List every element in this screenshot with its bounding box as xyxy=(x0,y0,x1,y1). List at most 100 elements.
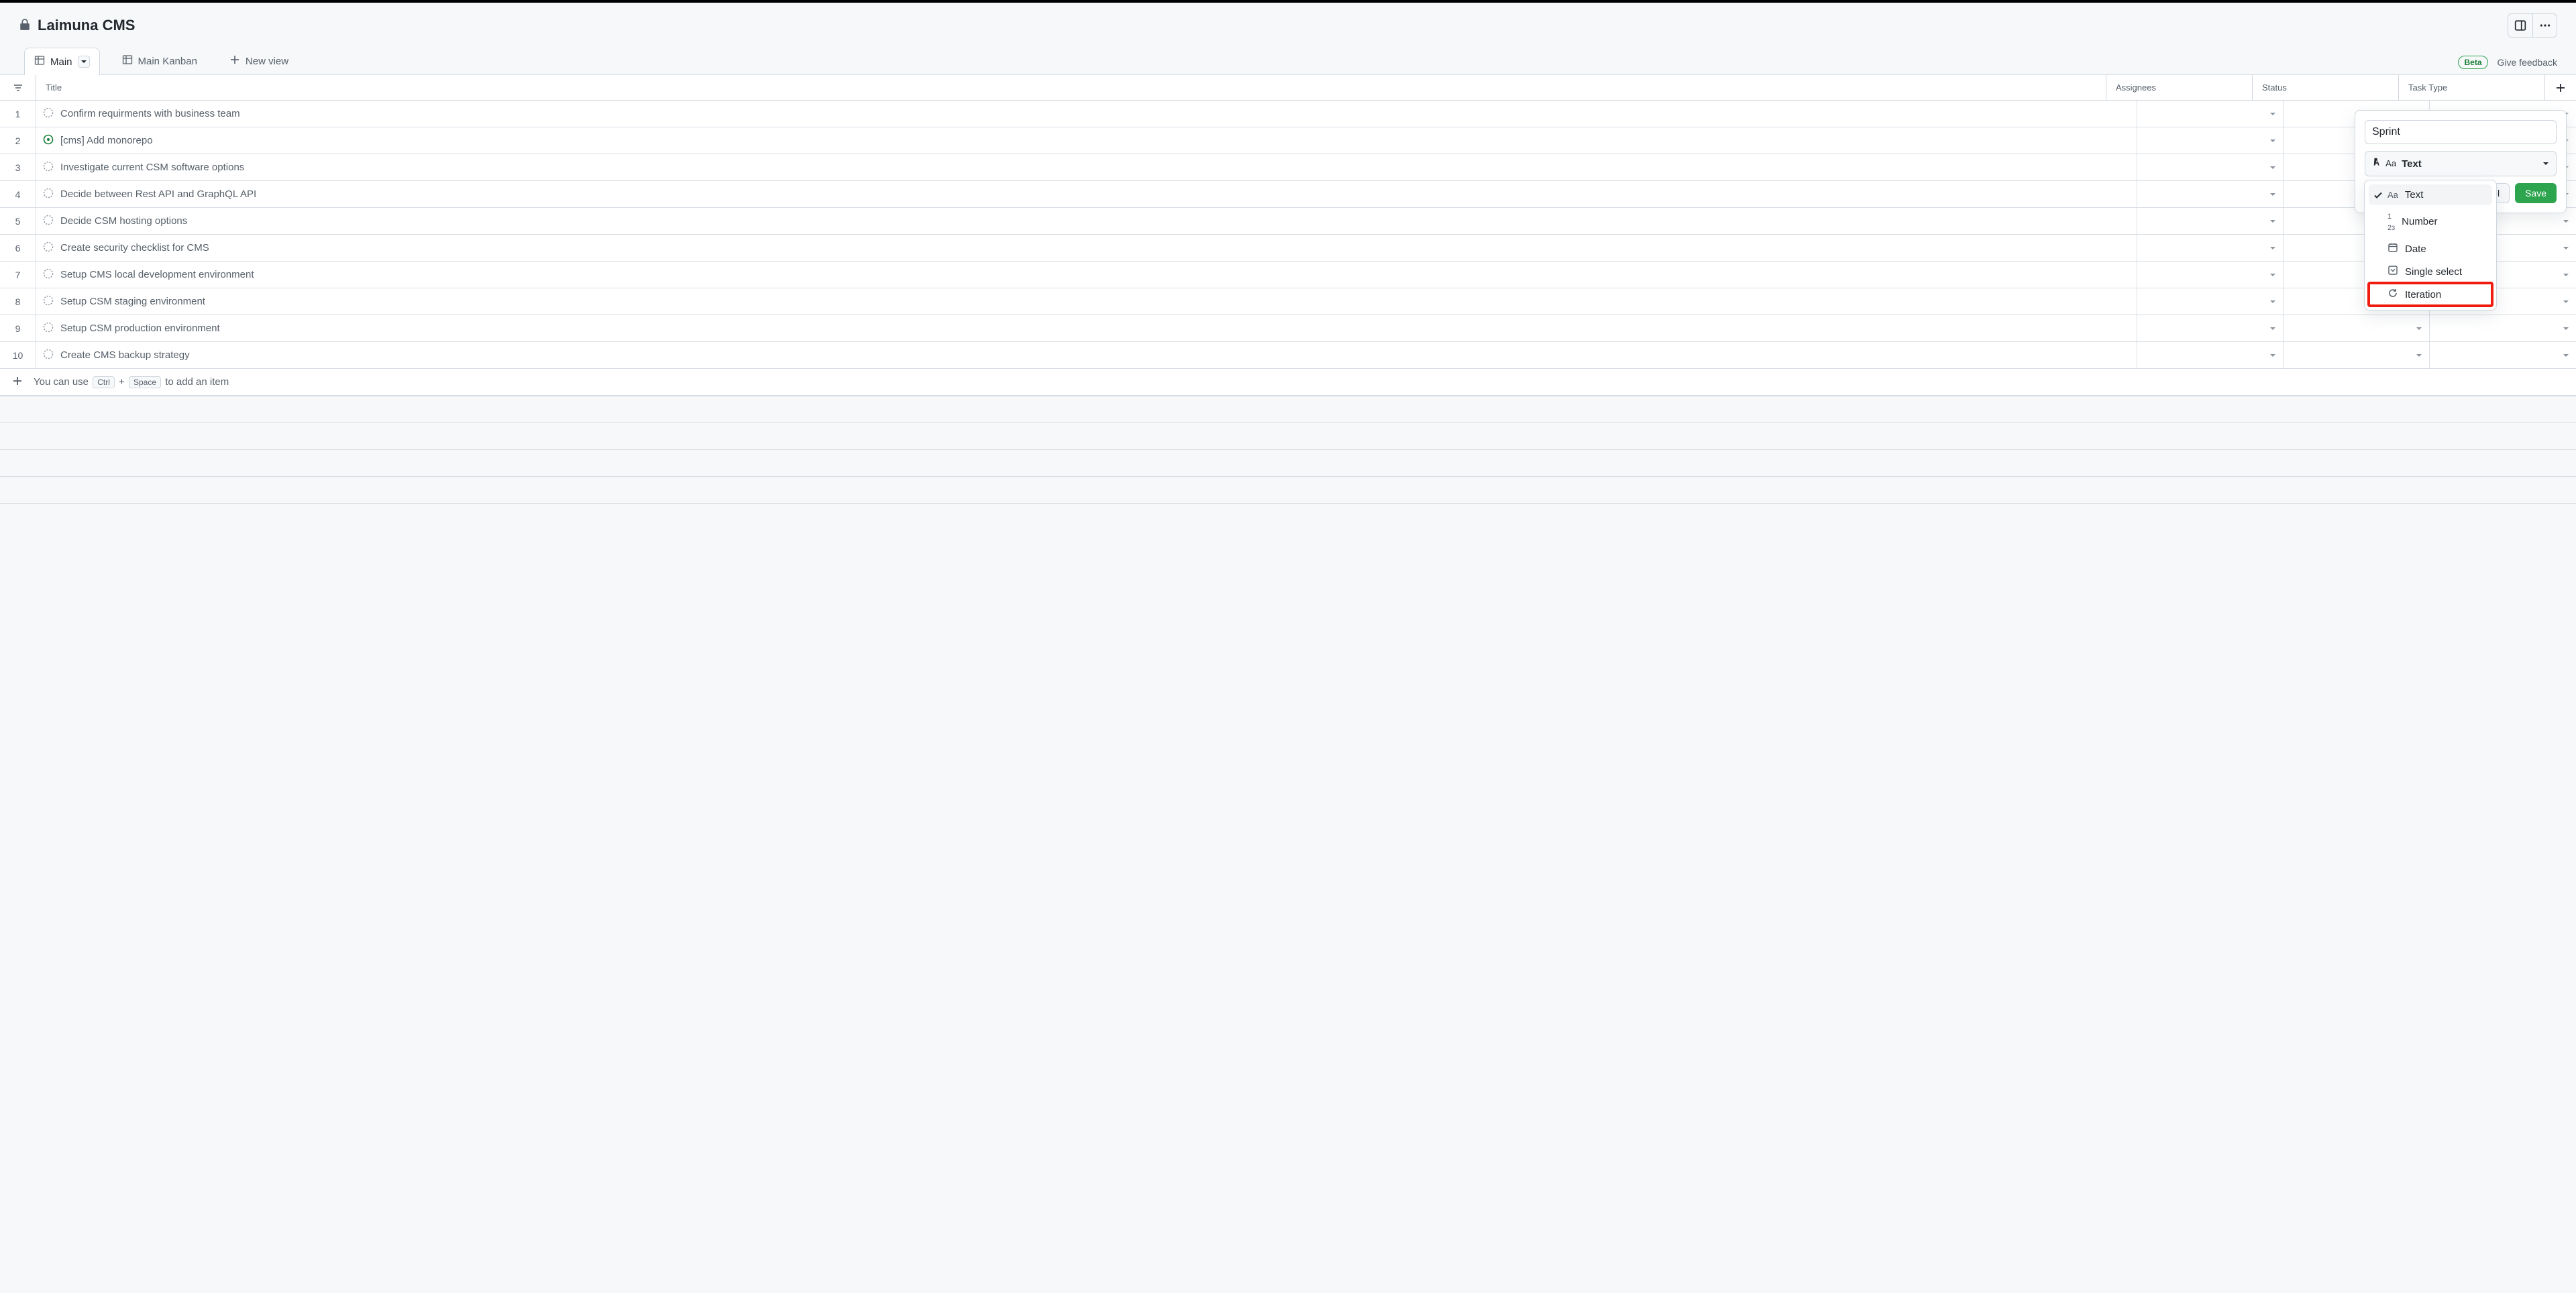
type-option-iteration[interactable]: Iteration xyxy=(2369,283,2492,306)
assignees-cell[interactable] xyxy=(2137,181,2284,207)
new-view-button[interactable]: New view xyxy=(219,47,299,74)
row-number: 4 xyxy=(0,181,36,207)
table-row[interactable]: 3Investigate current CSM software option… xyxy=(0,154,2576,181)
issue-draft-icon xyxy=(43,268,54,282)
type-option-number[interactable]: 123 Number xyxy=(2369,205,2492,237)
table-row[interactable]: 4 Decide between Rest API and GraphQL API xyxy=(0,181,2576,208)
status-cell[interactable] xyxy=(2284,342,2430,368)
view-tab-label: Main xyxy=(50,56,72,68)
column-header-assignees[interactable]: Assignees xyxy=(2106,75,2253,100)
view-tab-main-kanban[interactable]: Main Kanban xyxy=(112,47,207,74)
caret-down-icon xyxy=(2542,158,2549,170)
beta-badge: Beta xyxy=(2458,56,2487,69)
view-tab-dropdown[interactable] xyxy=(78,56,90,68)
plus-icon xyxy=(12,376,23,389)
row-number: 10 xyxy=(0,342,36,368)
field-type-menu: Aa Text 123 Number Date Single select Iteratio… xyxy=(2364,180,2497,311)
table-row[interactable]: 9Setup CSM production environment xyxy=(0,315,2576,342)
view-tab-label: Main Kanban xyxy=(138,56,197,67)
row-number: 7 xyxy=(0,262,36,288)
assignees-cell[interactable] xyxy=(2137,208,2284,234)
type-option-icon: 123 xyxy=(2387,210,2395,233)
type-option-label: Single select xyxy=(2405,266,2462,278)
row-title: Decide CSM hosting options xyxy=(60,215,187,227)
task-type-cell[interactable] xyxy=(2430,342,2576,368)
column-header-status[interactable]: Status xyxy=(2253,75,2399,100)
status-cell[interactable] xyxy=(2284,315,2430,341)
table-row[interactable]: 5 Decide CSM hosting options xyxy=(0,208,2576,235)
add-hint-post: to add an item xyxy=(165,376,229,388)
more-menu-button[interactable] xyxy=(2532,14,2557,37)
row-title-cell[interactable]: Decide CSM hosting options xyxy=(36,208,2137,234)
table-icon xyxy=(122,54,133,68)
row-number: 1 xyxy=(0,101,36,127)
feedback-link[interactable]: Give feedback xyxy=(2498,57,2558,68)
row-title-cell[interactable]: [cms] Add monorepo xyxy=(36,127,2137,154)
row-title-cell[interactable]: Setup CSM staging environment xyxy=(36,288,2137,315)
row-title-cell[interactable]: Investigate current CSM software options xyxy=(36,154,2137,180)
row-title: Decide between Rest API and GraphQL API xyxy=(60,188,256,200)
type-option-label: Number xyxy=(2402,216,2437,227)
assignees-cell[interactable] xyxy=(2137,288,2284,315)
table-row[interactable]: 10 Create CMS backup strategy xyxy=(0,342,2576,369)
row-title-cell[interactable]: Decide between Rest API and GraphQL API xyxy=(36,181,2137,207)
column-header-title[interactable]: Title xyxy=(36,75,2106,100)
type-option-label: Text xyxy=(2405,189,2424,201)
add-hint-pre: You can use xyxy=(34,376,89,388)
assignees-cell[interactable] xyxy=(2137,101,2284,127)
type-option-text[interactable]: Aa Text xyxy=(2369,184,2492,205)
table-row[interactable]: 8 Setup CSM staging environment xyxy=(0,288,2576,315)
kbd-ctrl: Ctrl xyxy=(93,376,115,388)
issue-draft-icon xyxy=(43,107,54,121)
row-title-cell[interactable]: Setup CSM production environment xyxy=(36,315,2137,341)
table-row[interactable]: 6Create security checklist for CMS xyxy=(0,235,2576,262)
row-title-cell[interactable]: Setup CMS local development environment xyxy=(36,262,2137,288)
field-type-select[interactable]: Aa Text xyxy=(2365,151,2557,176)
issue-draft-icon xyxy=(43,322,54,335)
add-column-button[interactable] xyxy=(2545,75,2576,100)
view-tab-main[interactable]: Main xyxy=(24,48,100,75)
table-row[interactable]: 2[cms] Add monorepo xyxy=(0,127,2576,154)
field-name-input[interactable] xyxy=(2365,120,2557,144)
type-option-label: Date xyxy=(2405,243,2426,255)
assignees-cell[interactable] xyxy=(2137,315,2284,341)
type-option-single_select[interactable]: Single select xyxy=(2369,260,2492,283)
row-title-cell[interactable]: Confirm requirments with business team xyxy=(36,101,2137,127)
project-title: Laimuna CMS xyxy=(38,17,135,34)
assignees-cell[interactable] xyxy=(2137,127,2284,154)
add-item-hint[interactable]: You can use Ctrl + Space to add an item xyxy=(0,369,2576,396)
save-button[interactable]: Save xyxy=(2515,183,2557,203)
table-icon xyxy=(34,55,45,68)
assignees-cell[interactable] xyxy=(2137,342,2284,368)
row-title: Investigate current CSM software options xyxy=(60,162,244,173)
table-row[interactable]: 7 Setup CMS local development environment xyxy=(0,262,2576,288)
row-title-cell[interactable]: Create CMS backup strategy xyxy=(36,342,2137,368)
row-title: Setup CMS local development environment xyxy=(60,269,254,280)
text-type-icon: Aa xyxy=(2372,157,2396,170)
row-number: 2 xyxy=(0,127,36,154)
issue-draft-icon xyxy=(43,349,54,362)
row-number: 8 xyxy=(0,288,36,315)
new-view-label: New view xyxy=(246,56,288,67)
assignees-cell[interactable] xyxy=(2137,154,2284,180)
field-type-label: Text xyxy=(2402,158,2422,170)
type-option-icon: Aa xyxy=(2387,189,2398,201)
row-number: 9 xyxy=(0,315,36,341)
row-title: Setup CSM staging environment xyxy=(60,296,205,307)
row-title: Create CMS backup strategy xyxy=(60,349,190,361)
row-title-cell[interactable]: Create security checklist for CMS xyxy=(36,235,2137,261)
assignees-cell[interactable] xyxy=(2137,235,2284,261)
assignees-cell[interactable] xyxy=(2137,262,2284,288)
type-option-date[interactable]: Date xyxy=(2369,237,2492,260)
lock-icon xyxy=(19,19,31,33)
column-header-task-type[interactable]: Task Type xyxy=(2399,75,2545,100)
filter-button[interactable] xyxy=(0,75,36,100)
issue-draft-icon xyxy=(43,188,54,201)
row-title: Confirm requirments with business team xyxy=(60,108,240,119)
row-number: 5 xyxy=(0,208,36,234)
panel-toggle-button[interactable] xyxy=(2508,14,2532,37)
issue-draft-icon xyxy=(43,241,54,255)
issue-draft-icon xyxy=(43,215,54,228)
task-type-cell[interactable] xyxy=(2430,315,2576,341)
table-row[interactable]: 1 Confirm requirments with business team xyxy=(0,101,2576,127)
